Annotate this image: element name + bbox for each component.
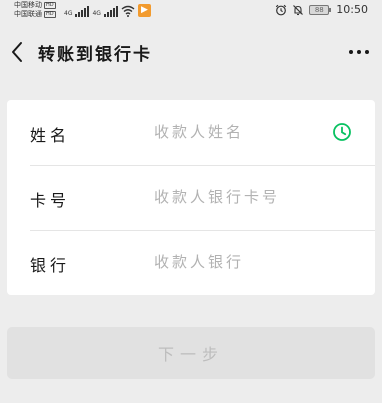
bank-label: 银行 (30, 256, 71, 275)
hd-badge: HD (44, 11, 56, 18)
status-bar: 中国移动 HD 中国联通 HD 4G 4G ▶ 88 10:50 (0, 0, 382, 22)
clock-icon[interactable] (331, 121, 353, 143)
nav-bar: 转账到银行卡 (0, 26, 382, 78)
card-number-input[interactable] (154, 183, 334, 211)
payee-name-input[interactable] (154, 118, 334, 146)
battery-level: 88 (309, 4, 330, 15)
card-number-row: 卡号 (7, 165, 375, 230)
carrier-1: 中国移动 (14, 1, 42, 9)
mute-icon (293, 4, 304, 15)
signal-icon (75, 6, 90, 17)
alarm-icon (276, 4, 287, 15)
signal-area: 4G 4G ▶ (64, 4, 151, 17)
notification-badge-icon: ▶ (137, 4, 151, 17)
carrier-2: 中国联通 (14, 10, 42, 18)
more-dots-icon[interactable] (346, 40, 372, 64)
status-right: 88 10:50 (275, 3, 368, 16)
transfer-form-card: 姓名 卡号 银行 (7, 100, 375, 295)
carrier-info: 中国移动 HD 中国联通 HD (14, 1, 56, 19)
hd-badge: HD (44, 2, 56, 9)
battery-icon: 88 (309, 4, 332, 15)
signal-icon (103, 6, 118, 17)
network-type-2: 4G (92, 10, 101, 17)
card-number-label: 卡号 (30, 191, 71, 210)
page-title: 转账到银行卡 (38, 45, 152, 65)
name-label: 姓名 (30, 126, 71, 145)
name-row: 姓名 (7, 100, 375, 165)
chevron-left-icon[interactable] (6, 38, 30, 66)
bank-input[interactable] (154, 248, 334, 276)
clock-time: 10:50 (336, 3, 368, 16)
network-type-1: 4G (64, 10, 73, 17)
next-step-button[interactable]: 下一步 (7, 327, 375, 379)
bank-row: 银行 (7, 230, 375, 295)
wifi-icon (121, 5, 135, 17)
